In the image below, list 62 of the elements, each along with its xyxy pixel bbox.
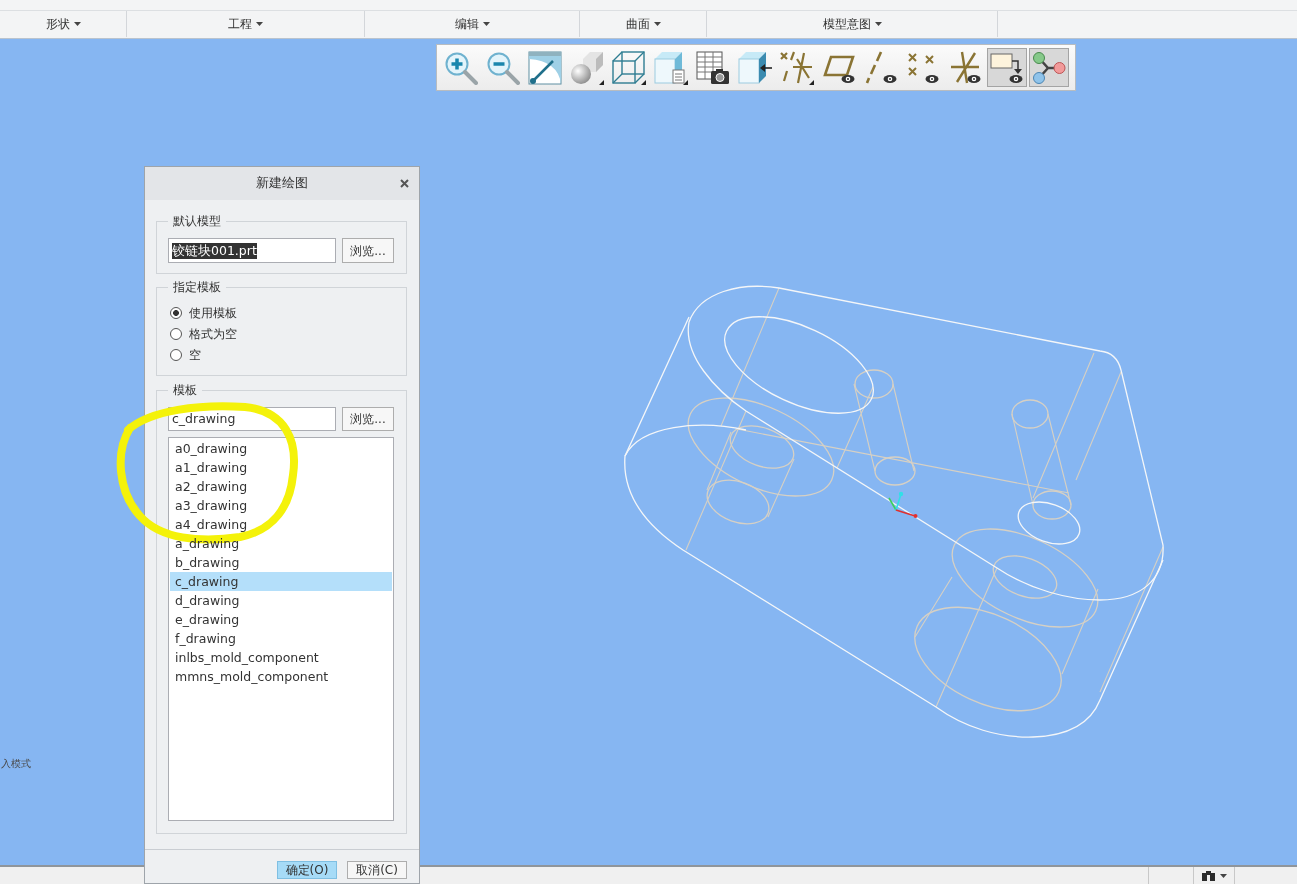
- caret-icon: [256, 22, 263, 26]
- close-icon: [400, 179, 409, 188]
- template-list-item[interactable]: e_drawing: [170, 610, 392, 629]
- shaded-shapes-icon: [570, 50, 604, 85]
- coordinate-axes-icon: [888, 491, 918, 518]
- connected-nodes-button[interactable]: [1029, 48, 1069, 87]
- browse-button[interactable]: 浏览...: [342, 407, 394, 431]
- template-list-item[interactable]: a1_drawing: [170, 458, 392, 477]
- ribbon-group-button[interactable]: 模型意图: [819, 15, 885, 33]
- radio-button[interactable]: [170, 348, 182, 361]
- group-label: 模板: [168, 382, 202, 398]
- ribbon-group-button[interactable]: 形状: [42, 15, 84, 33]
- ribbon-group-button[interactable]: 工程: [225, 15, 266, 33]
- cancel-button[interactable]: 取消(C): [347, 861, 407, 879]
- caret-icon: [653, 22, 661, 26]
- caret-icon: [1219, 873, 1227, 878]
- fit-view-button[interactable]: [525, 48, 565, 87]
- binoculars-icon: [1201, 870, 1215, 881]
- zoom-in-icon: [444, 50, 478, 85]
- template-list-item[interactable]: inlbs_mold_component: [170, 648, 392, 667]
- ok-button[interactable]: 确定(O): [277, 861, 337, 879]
- template-list-item[interactable]: a3_drawing: [170, 496, 392, 515]
- template-list-item[interactable]: b_drawing: [170, 553, 392, 572]
- template-list-item[interactable]: f_drawing: [170, 629, 392, 648]
- close-button[interactable]: [399, 178, 410, 189]
- mode-label: 入模式: [1, 758, 31, 770]
- radio-button[interactable]: [170, 306, 182, 319]
- template-list-item[interactable]: c_drawing: [170, 572, 392, 591]
- zoom-out-icon: [486, 50, 520, 85]
- dialog-title: 新建绘图: [256, 174, 308, 193]
- axis-eye-icon: [864, 50, 898, 85]
- caret-icon: [73, 22, 81, 26]
- template-list-item[interactable]: d_drawing: [170, 591, 392, 610]
- points-eye-icon: [906, 50, 940, 85]
- cube-arrow-icon: [738, 50, 772, 85]
- radio-label[interactable]: 格式为空: [189, 325, 237, 342]
- cube-document-icon: [654, 50, 688, 85]
- group-label: 指定模板: [168, 279, 226, 295]
- filter-dropdown-button[interactable]: [1193, 867, 1235, 884]
- table-camera-icon: [696, 50, 730, 85]
- caret-icon: [874, 22, 882, 26]
- browse-button[interactable]: 浏览...: [342, 238, 394, 263]
- caret-icon: [482, 22, 490, 26]
- wireframe-cube-icon: [612, 50, 646, 85]
- note-arrow-eye-icon: [990, 50, 1024, 85]
- connected-nodes-icon: [1032, 50, 1066, 85]
- coordinate-system-eye-icon: [948, 50, 982, 85]
- template-list-item[interactable]: a4_drawing: [170, 515, 392, 534]
- ribbon-group-button[interactable]: 编辑: [451, 15, 493, 33]
- ribbon-group-button[interactable]: 曲面: [622, 15, 664, 33]
- model-name-field[interactable]: 铰链块001.prt: [168, 238, 336, 263]
- fit-view-icon: [528, 50, 562, 85]
- radio-button[interactable]: [170, 327, 182, 340]
- radio-label[interactable]: 空: [189, 346, 201, 363]
- template-list-item[interactable]: mmns_mold_component: [170, 667, 392, 686]
- datum-axes-icon: [780, 50, 814, 85]
- wireframe-cube-button[interactable]: [609, 48, 649, 87]
- template-list-item[interactable]: a0_drawing: [170, 439, 392, 458]
- template-list-item[interactable]: a2_drawing: [170, 477, 392, 496]
- group-label: 默认模型: [168, 213, 226, 229]
- note-arrow-eye-button[interactable]: [987, 48, 1027, 87]
- radio-label[interactable]: 使用模板: [189, 304, 237, 321]
